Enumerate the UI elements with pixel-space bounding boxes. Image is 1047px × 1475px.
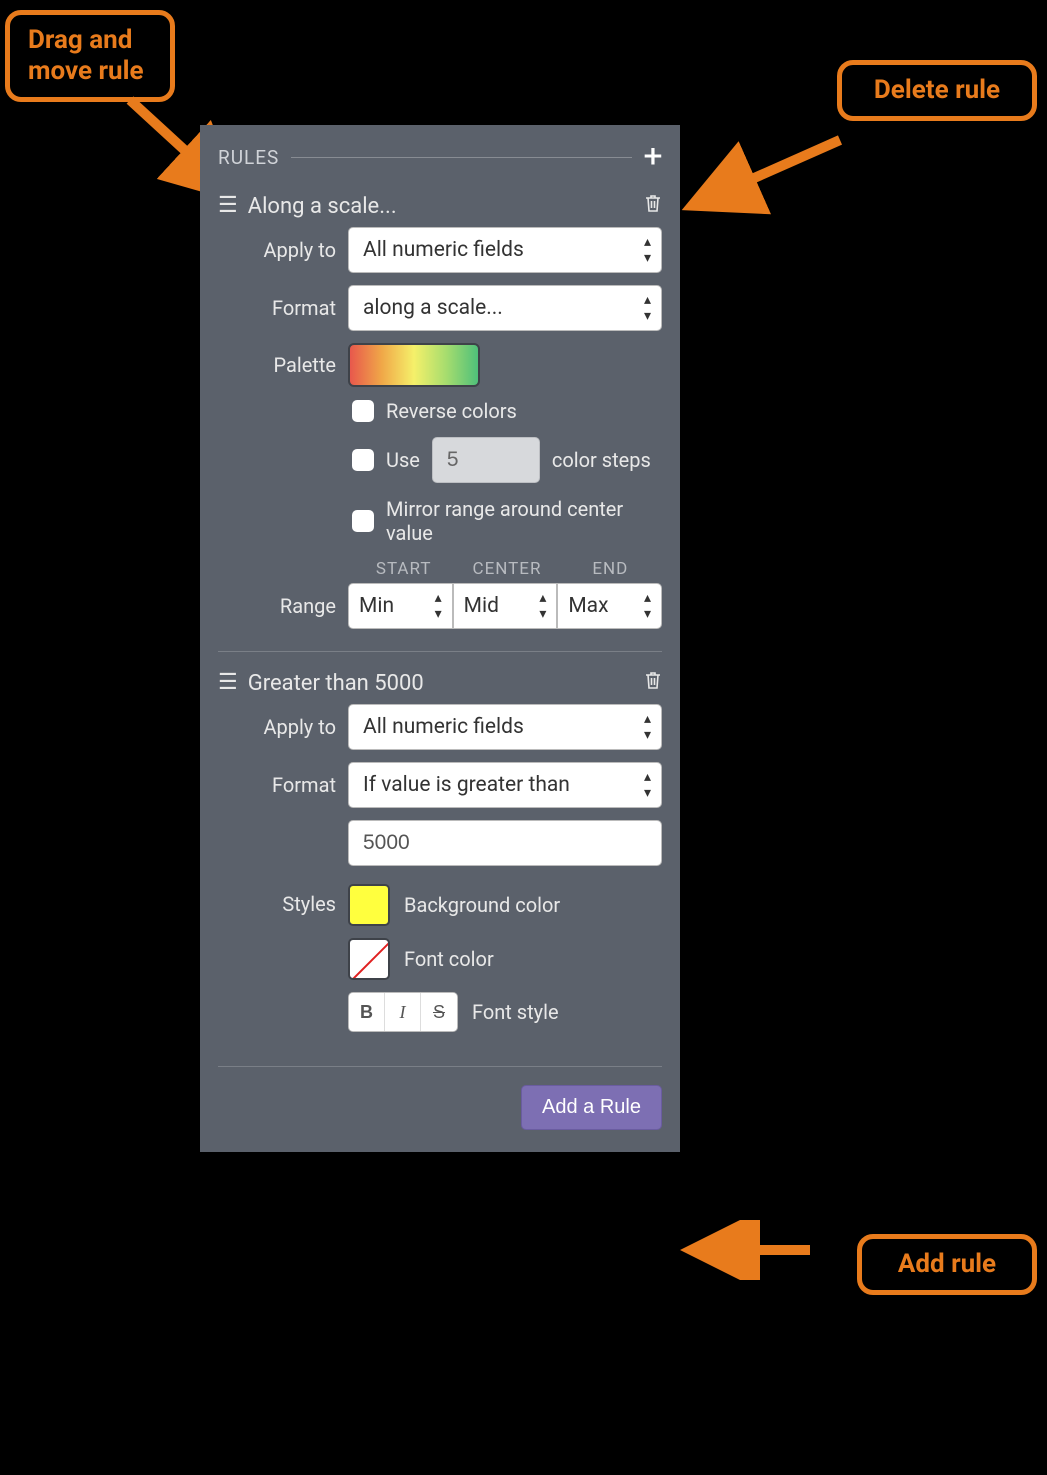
add-rule-icon[interactable]: ➕︎: [644, 143, 662, 171]
range-label: Range: [244, 594, 336, 618]
apply-to-label: Apply to: [244, 715, 336, 739]
threshold-value-input[interactable]: [348, 820, 662, 866]
chevron-updown-icon: ▴▾: [644, 292, 651, 324]
reverse-colors-label: Reverse colors: [386, 399, 517, 423]
use-steps-checkbox[interactable]: [352, 449, 374, 471]
rule-divider: [218, 651, 662, 652]
font-color-label: Font color: [404, 947, 494, 971]
apply-to-select[interactable]: All numeric fields ▴▾: [348, 227, 662, 273]
apply-to-label: Apply to: [244, 238, 336, 262]
chevron-updown-icon: ▴▾: [539, 590, 546, 622]
format-select[interactable]: If value is greater than ▴▾: [348, 762, 662, 808]
chevron-updown-icon: ▴▾: [644, 590, 651, 622]
add-rule-button[interactable]: Add a Rule: [521, 1085, 662, 1130]
arrow-add: [680, 1220, 850, 1280]
drag-handle-icon[interactable]: ☰: [218, 195, 238, 217]
use-label: Use: [386, 448, 420, 472]
rule-name: Along a scale...: [248, 194, 634, 219]
format-value: along a scale...: [363, 296, 503, 320]
range-start-select[interactable]: Min ▴▾: [348, 583, 453, 629]
range-header-end: END: [559, 559, 662, 579]
steps-suffix-label: color steps: [552, 448, 651, 472]
apply-to-value: All numeric fields: [363, 238, 524, 262]
range-center-value: Mid: [464, 594, 499, 618]
rule-item: ☰ Along a scale... Apply to All numeric …: [218, 185, 662, 629]
rule-item: ☰ Greater than 5000 Apply to All numeric…: [218, 662, 662, 1044]
range-end-select[interactable]: Max ▴▾: [557, 583, 662, 629]
font-style-label: Font style: [472, 1000, 559, 1024]
format-value: If value is greater than: [363, 773, 570, 797]
divider-line: [291, 157, 632, 158]
font-style-group: B I S: [348, 992, 458, 1032]
mirror-range-label: Mirror range around center value: [386, 497, 646, 545]
range-end-value: Max: [568, 594, 608, 618]
chevron-updown-icon: ▴▾: [644, 234, 651, 266]
callout-drag-move: Drag and move rule: [5, 10, 175, 102]
delete-rule-icon[interactable]: [644, 670, 662, 696]
rules-title: RULES: [218, 146, 279, 169]
font-color-swatch[interactable]: [348, 938, 390, 980]
palette-label: Palette: [244, 353, 336, 377]
callout-delete: Delete rule: [837, 60, 1037, 121]
apply-to-value: All numeric fields: [363, 715, 524, 739]
palette-gradient-swatch[interactable]: [348, 343, 480, 387]
apply-to-select[interactable]: All numeric fields ▴▾: [348, 704, 662, 750]
reverse-colors-checkbox[interactable]: [352, 400, 374, 422]
callout-add: Add rule: [857, 1234, 1037, 1295]
chevron-updown-icon: ▴▾: [644, 769, 651, 801]
format-select[interactable]: along a scale... ▴▾: [348, 285, 662, 331]
range-start-value: Min: [359, 594, 394, 618]
color-steps-input[interactable]: [432, 437, 540, 483]
format-label: Format: [244, 296, 336, 320]
chevron-updown-icon: ▴▾: [644, 711, 651, 743]
range-header-center: CENTER: [455, 559, 558, 579]
rules-panel: RULES ➕︎ ☰ Along a scale... Apply to All…: [200, 125, 680, 1152]
chevron-updown-icon: ▴▾: [435, 590, 442, 622]
rule-name: Greater than 5000: [248, 671, 634, 696]
background-color-swatch[interactable]: [348, 884, 390, 926]
rules-section-header: RULES ➕︎: [218, 143, 662, 171]
arrow-delete: [680, 130, 880, 230]
delete-rule-icon[interactable]: [644, 193, 662, 219]
mirror-range-checkbox[interactable]: [352, 510, 374, 532]
font-style-bold-button[interactable]: B: [349, 993, 385, 1031]
font-style-italic-button[interactable]: I: [385, 993, 421, 1031]
range-center-select[interactable]: Mid ▴▾: [453, 583, 558, 629]
styles-label: Styles: [244, 884, 336, 916]
range-header-start: START: [352, 559, 455, 579]
background-color-label: Background color: [404, 893, 560, 917]
format-label: Format: [244, 773, 336, 797]
rule-divider: [218, 1066, 662, 1067]
drag-handle-icon[interactable]: ☰: [218, 672, 238, 694]
font-style-strike-button[interactable]: S: [421, 993, 457, 1031]
